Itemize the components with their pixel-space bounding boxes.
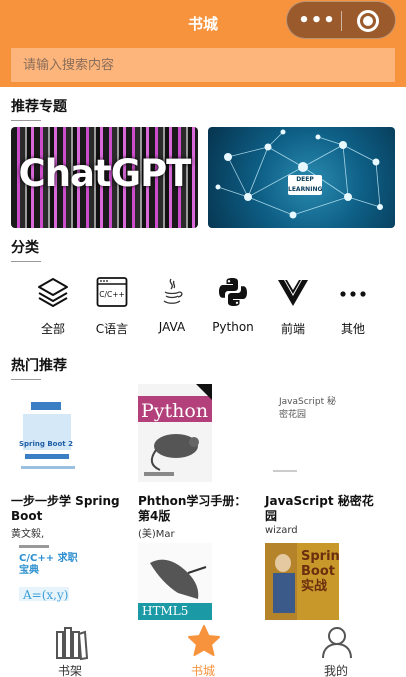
book-cover: Spring Boot 实战 xyxy=(265,543,339,620)
section-underline xyxy=(11,120,41,121)
book-cover-text: Spring Boot 实战 xyxy=(301,549,339,594)
tab-mine[interactable]: 我的 xyxy=(296,620,376,677)
mini-program-capsule: ••• xyxy=(286,1,396,39)
section-underline xyxy=(11,379,41,380)
category-java[interactable]: JAVA xyxy=(141,272,203,338)
book-cover: Python xyxy=(138,384,212,482)
category-label: 前端 xyxy=(280,322,305,336)
user-icon xyxy=(322,627,352,659)
book-title: Phthon学习手册：第4版 xyxy=(138,494,247,523)
banner-deep-learning[interactable]: DEEP LEARNING xyxy=(208,127,395,228)
c-language-icon: C/C++ xyxy=(96,277,128,307)
category-label: 其他 xyxy=(340,322,365,336)
category-frontend[interactable]: 前端 xyxy=(262,272,324,338)
banner-deep-learning-label: DEEP LEARNING xyxy=(288,175,323,195)
hot-section-title: 热门推荐 xyxy=(11,355,67,380)
tab-bookstore[interactable]: 书城 xyxy=(163,620,243,677)
featured-section-title: 推荐专题 xyxy=(11,96,67,121)
tab-bookshelf[interactable]: 书架 xyxy=(30,620,110,677)
bottom-tab-bar: 书架 书城 我的 xyxy=(0,620,406,677)
category-python[interactable]: Python xyxy=(202,272,264,338)
more-dots-icon[interactable]: ••• xyxy=(297,9,337,33)
book-cover: Spring Boot 2 xyxy=(11,384,85,482)
java-icon xyxy=(163,278,183,304)
tab-label: 书架 xyxy=(57,664,82,677)
category-c[interactable]: C/C++ C语言 xyxy=(81,272,143,338)
category-other[interactable]: 其他 xyxy=(322,272,384,338)
section-underline xyxy=(11,261,41,262)
category-all[interactable]: 全部 xyxy=(22,272,84,338)
category-section-title: 分类 xyxy=(11,237,41,262)
star-icon xyxy=(188,625,220,656)
book-cover-text: Python xyxy=(141,400,209,422)
book-cover-text: JavaScript 秘密花园 xyxy=(279,397,336,420)
search-input[interactable] xyxy=(11,48,395,82)
category-section-label: 分类 xyxy=(11,240,39,256)
book-author: wizard xyxy=(265,525,298,536)
hot-section-label: 热门推荐 xyxy=(11,358,67,374)
bookshelf-icon xyxy=(56,627,88,660)
svg-text:A=(x,y): A=(x,y) xyxy=(22,588,68,602)
target-icon[interactable] xyxy=(357,10,379,32)
layers-icon xyxy=(38,278,68,307)
python-icon xyxy=(219,278,247,306)
book-cover-art xyxy=(11,384,85,482)
book-title: JavaScript 秘密花园 xyxy=(265,494,374,523)
book-author: (美)Mar xyxy=(138,529,175,540)
category-label: JAVA xyxy=(158,320,186,334)
book-cover: A=(x,y) C/C++ 求职宝典 xyxy=(11,543,85,620)
tab-label: 我的 xyxy=(323,664,348,677)
capsule-divider xyxy=(341,11,342,31)
book-cover-art xyxy=(138,384,212,482)
banner-chatgpt[interactable]: ChatGPT xyxy=(11,127,198,228)
book-cover-text: C/C++ 求职宝典 xyxy=(19,553,78,576)
header-bar: 书城 ••• xyxy=(0,0,406,87)
category-label: C语言 xyxy=(95,322,129,336)
book-cover-text: Spring Boot 2 xyxy=(19,440,73,448)
more-icon xyxy=(340,291,366,297)
featured-section-label: 推荐专题 xyxy=(11,99,67,115)
banner-chatgpt-text: ChatGPT xyxy=(18,152,192,195)
category-label: 全部 xyxy=(40,322,65,336)
book-cover-text: HTML5 xyxy=(142,604,189,618)
book-cover: HTML5 xyxy=(138,543,212,620)
category-list: 全部 C/C++ C语言 JAVA Python 前端 其他 xyxy=(0,272,406,342)
book-author: 黄文毅, xyxy=(11,529,45,540)
book-cover: JavaScript 秘密花园 xyxy=(265,384,339,482)
svg-text:C/C++: C/C++ xyxy=(99,290,125,299)
category-label: Python xyxy=(212,320,254,334)
book-title: 一步一步学 Spring Boot xyxy=(11,494,120,523)
tab-label: 书城 xyxy=(190,664,215,677)
vue-icon xyxy=(278,280,308,306)
